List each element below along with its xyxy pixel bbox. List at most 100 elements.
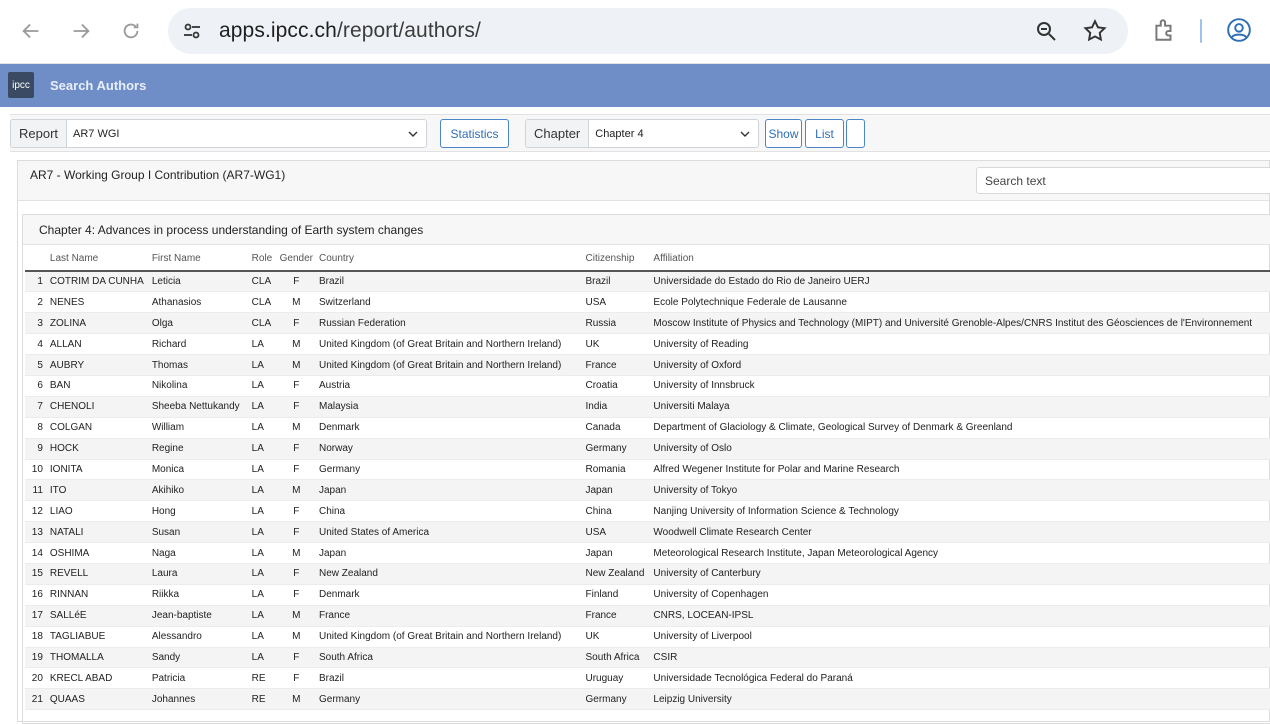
chapter-title: Chapter 4: Advances in process understan… (23, 215, 1270, 245)
show-button[interactable]: Show (765, 119, 802, 148)
cell-gender: M (276, 291, 316, 314)
table-row[interactable]: 9 HOCK Regine LA F Norway Germany University of… (25, 438, 1270, 460)
cell-affiliation: CNRS, LOCEAN-IPSL (650, 605, 1270, 627)
table-row[interactable]: 15 REVELL Laura LA F New Zealand New Zealand Un… (25, 563, 1270, 585)
table-row[interactable]: 20 KRECL ABAD Patricia RE F Brazil Uruguay Univ… (25, 667, 1270, 690)
url-text[interactable]: apps.ipcc.ch/report/authors/ (219, 19, 481, 43)
cell-country: Norway (315, 438, 583, 460)
back-icon[interactable] (17, 17, 45, 45)
reload-icon[interactable] (117, 17, 145, 45)
table-row[interactable]: 17 SALLéE Jean-baptiste LA M France France CNRS… (25, 605, 1270, 627)
cell-affiliation: University of Canterbury (650, 563, 1270, 585)
zoom-icon[interactable] (1034, 19, 1058, 43)
cell-affiliation: Ecole Polytechnique Federale de Lausanne (650, 291, 1270, 314)
cell-country: Germany (315, 459, 583, 481)
cell-country: France (315, 605, 583, 627)
cell-role: LA (248, 396, 277, 418)
table-row[interactable]: 12 LIAO Hong LA F China China Nanjing Universit… (25, 500, 1270, 523)
cell-role: LA (248, 542, 277, 564)
cell-first-name: Sheeba Nettukandy (148, 396, 249, 418)
table-row[interactable]: 5 AUBRY Thomas LA M United Kingdom (of Great … (25, 354, 1270, 376)
extra-button[interactable] (846, 119, 865, 148)
column-header-citizenship[interactable]: Citizenship (582, 247, 651, 272)
cell-role: LA (248, 521, 277, 544)
table-row[interactable]: 14 OSHIMA Naga LA M Japan Japan Meteorological … (25, 542, 1270, 564)
cell-country: Malaysia (315, 396, 583, 418)
table-row[interactable]: 3 ZOLINA Olga CLA F Russian Federation Russia M… (25, 312, 1270, 335)
table-row[interactable]: 1 COTRIM DA CUNHA Leticia CLA F Brazil Brazil U… (25, 271, 1270, 293)
column-header-gender[interactable]: Gender (276, 247, 316, 272)
table-row[interactable]: 21 QUAAS Johannes RE M Germany Germany Leipzig … (25, 688, 1270, 711)
chapter-section: Chapter 4: Advances in process understan… (22, 214, 1270, 724)
table-row[interactable]: 18 TAGLIABUE Alessandro LA M United Kingdom (… (25, 626, 1270, 648)
table-row[interactable]: 7 CHENOLI Sheeba Nettukandy LA F Malaysia Indi… (25, 396, 1270, 418)
cell-country: United States of America (315, 521, 583, 544)
forward-icon[interactable] (67, 17, 95, 45)
cell-country: Denmark (315, 584, 583, 606)
column-header-last-name[interactable]: Last Name (46, 247, 149, 272)
extensions-icon[interactable] (1151, 17, 1177, 43)
cell-gender: M (276, 688, 316, 711)
cell-role: LA (248, 584, 277, 606)
column-header-row-number[interactable] (25, 247, 47, 272)
table-row[interactable]: 4 ALLAN Richard LA M United Kingdom (of Great… (25, 333, 1270, 356)
table-row[interactable]: 19 THOMALLA Sandy LA F South Africa South Afri… (25, 647, 1270, 669)
cell-last-name: HOCK (46, 438, 149, 460)
profile-icon[interactable] (1226, 17, 1252, 43)
column-header-affiliation[interactable]: Affiliation (650, 247, 1270, 272)
cell-role: RE (248, 688, 277, 711)
cell-affiliation: University of Copenhagen (650, 584, 1270, 606)
chapter-select[interactable]: Chapter 4 (589, 120, 758, 147)
statistics-button[interactable]: Statistics (440, 119, 509, 148)
cell-row-number: 14 (25, 542, 47, 564)
cell-last-name: LIAO (46, 500, 149, 523)
report-select[interactable]: AR7 WGI (67, 120, 426, 147)
search-input[interactable]: Search text (976, 167, 1270, 194)
cell-country: Brazil (315, 271, 583, 293)
table-row[interactable]: 2 NENES Athanasios CLA M Switzerland USA Ecole … (25, 291, 1270, 314)
table-row[interactable]: 13 NATALI Susan LA F United States of America… (25, 521, 1270, 544)
cell-citizenship: USA (582, 291, 651, 314)
cell-affiliation: Department of Glaciology & Climate, Geol… (650, 417, 1270, 439)
filter-toolbar: Report AR7 WGI Statistics Chapter Chapte… (10, 114, 1270, 152)
address-bar[interactable]: apps.ipcc.ch/report/authors/ (168, 8, 1128, 54)
cell-last-name: RINNAN (46, 584, 149, 606)
cell-row-number: 19 (25, 647, 47, 669)
cell-country: China (315, 500, 583, 523)
table-row[interactable]: 6 BAN Nikolina LA F Austria Croatia University … (25, 375, 1270, 397)
column-header-country[interactable]: Country (315, 247, 583, 272)
cell-country: United Kingdom (of Great Britain and Nor… (315, 626, 583, 648)
table-row[interactable]: 11 ITO Akihiko LA M Japan Japan University of T… (25, 479, 1270, 502)
cell-role: LA (248, 417, 277, 439)
cell-gender: F (276, 500, 316, 523)
cell-last-name: BAN (46, 375, 149, 397)
cell-row-number: 17 (25, 605, 47, 627)
cell-last-name: OSHIMA (46, 542, 149, 564)
cell-row-number: 20 (25, 667, 47, 690)
cell-first-name: Athanasios (148, 291, 249, 314)
chapter-label: Chapter (526, 120, 590, 147)
column-header-role[interactable]: Role (248, 247, 277, 272)
table-row[interactable]: 8 COLGAN William LA M Denmark Canada Department… (25, 417, 1270, 439)
cell-citizenship: Germany (582, 688, 651, 711)
column-header-first-name[interactable]: First Name (148, 247, 249, 272)
cell-first-name: Leticia (148, 271, 249, 293)
app-title[interactable]: Search Authors (50, 78, 146, 93)
cell-last-name: CHENOLI (46, 396, 149, 418)
report-label: Report (11, 120, 68, 147)
browser-toolbar: apps.ipcc.ch/report/authors/ (0, 0, 1270, 64)
cell-gender: M (276, 333, 316, 356)
table-row[interactable]: 10 IONITA Monica LA F Germany Romania Alfred We… (25, 459, 1270, 481)
ipcc-logo[interactable]: ipcc (8, 72, 34, 98)
table-row[interactable]: 16 RINNAN Riikka LA F Denmark Finland Universit… (25, 584, 1270, 606)
cell-first-name: Monica (148, 459, 249, 481)
panel-header: AR7 - Working Group I Contribution (AR7-… (18, 161, 1270, 201)
cell-gender: F (276, 584, 316, 606)
list-button[interactable]: List (805, 119, 844, 148)
cell-affiliation: University of Liverpool (650, 626, 1270, 648)
toolbar-separator (1200, 19, 1202, 43)
cell-role: CLA (248, 291, 277, 314)
cell-citizenship: Japan (582, 542, 651, 564)
site-settings-icon[interactable] (180, 19, 204, 43)
bookmark-star-icon[interactable] (1082, 18, 1108, 44)
